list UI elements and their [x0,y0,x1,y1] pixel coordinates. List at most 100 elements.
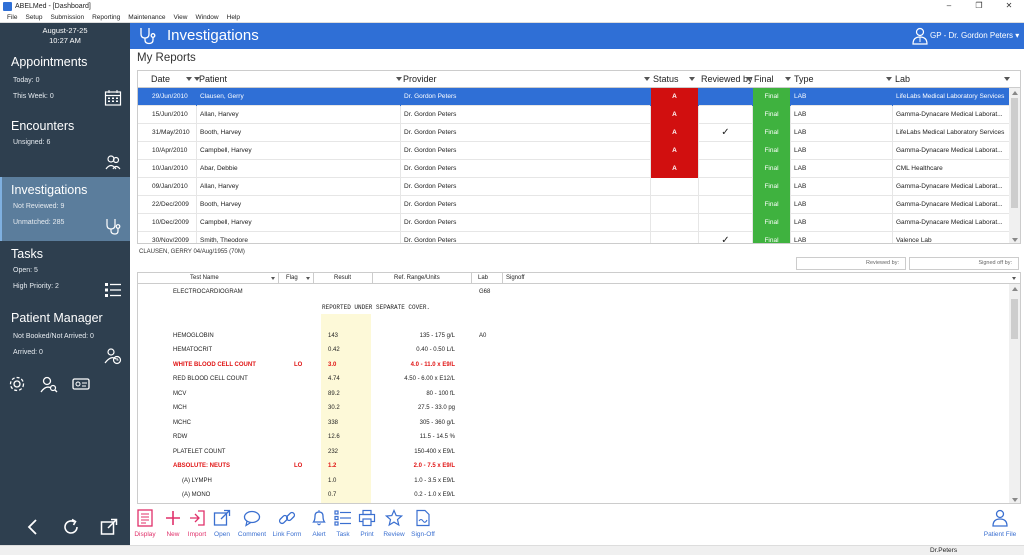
sidebar-section-tasks[interactable]: Tasks Open: 5 High Priority: 2 [0,243,130,305]
col-final[interactable]: Final [754,74,774,84]
col-reviewed-by[interactable]: Reviewed by [701,74,753,84]
refresh-icon[interactable] [62,518,80,536]
result-row[interactable]: WHITE BLOOD CELL COUNT LO 3.0 4.0 - 11.0 x … [138,358,1008,373]
back-arrow-icon[interactable] [24,518,42,536]
sidebar-section-appointments[interactable]: Appointments Today: 0 This Week: 0 [0,49,130,111]
col-provider[interactable]: Provider [403,74,437,84]
filter-icon[interactable] [1012,277,1016,280]
reports-scrollbar[interactable] [1009,88,1020,243]
cell-status: A [651,106,699,124]
settings-gear-icon[interactable] [8,375,26,393]
sidebar-section-encounters[interactable]: Encounters Unsigned: 6 [0,113,130,175]
table-row[interactable]: 29/Jun/2010 Clausen, Gerry Dr. Gordon Pete… [138,88,1010,106]
result-row[interactable]: ABSOLUTE: NEUTS LO 1.2 2.0 - 7.5 x E9/L [138,459,1008,474]
scroll-thumb[interactable] [1011,299,1018,339]
filter-icon[interactable] [746,77,752,81]
table-row[interactable]: 31/May/2010 Booth, Harvey Dr. Gordon Peter… [138,124,1010,142]
scroll-down-icon[interactable] [1012,498,1018,502]
sidebar-section-patient-manager[interactable]: Patient Manager Not Booked/Not Arrived: … [0,307,130,371]
col-ref-range[interactable]: Ref. Range/Units [394,275,440,281]
menu-submission[interactable]: Submission [46,14,88,21]
comment-button[interactable]: Comment [237,509,267,538]
result-row[interactable]: MCH 30.2 27.5 - 33.0 pg [138,401,1008,416]
sidebar-section-investigations[interactable]: Investigations Not Reviewed: 9 Unmatched… [0,177,130,241]
col-type[interactable]: Type [794,74,814,84]
print-button[interactable]: Print [352,509,382,538]
result-row[interactable]: PLATELET COUNT 232 150-400 x E9/L [138,445,1008,460]
result-row[interactable]: (A) MONO 0.7 0.2 - 1.0 x E9/L [138,488,1008,503]
result-row[interactable]: RDW 12.6 11.5 - 14.5 % [138,430,1008,445]
col-date[interactable]: Date [151,74,170,84]
result-row[interactable]: MCV 89.2 80 - 100 fL [138,387,1008,402]
test-result: 0.42 [328,347,340,353]
filter-icon[interactable] [689,77,695,81]
col-test-name[interactable]: Test Name [190,275,219,281]
filter-icon[interactable] [785,77,791,81]
table-row[interactable]: 15/Jun/2010 Allan, Harvey Dr. Gordon Peter… [138,106,1010,124]
patient-file-icon [992,509,1008,527]
user-menu[interactable]: GP - Dr. Gordon Peters ▾ [930,31,1019,40]
review-button[interactable]: Review [379,509,409,538]
result-row[interactable]: REPORTED UNDER SEPARATE COVER. [138,300,1008,315]
minimize-button[interactable]: – [934,0,964,12]
filter-icon[interactable] [271,277,275,280]
action-toolbar: Display New Import Open Comment Link For… [130,507,1024,545]
popout-icon[interactable] [100,518,118,536]
filter-icon[interactable] [396,77,402,81]
col-lab[interactable]: Lab [895,74,910,84]
menu-reporting[interactable]: Reporting [88,14,124,21]
filter-icon[interactable] [886,77,892,81]
result-row[interactable]: MCHC 338 305 - 360 g/L [138,416,1008,431]
cell-type: LAB [791,160,893,178]
table-row[interactable]: 09/Jan/2010 Allan, Harvey Dr. Gordon Peter… [138,178,1010,196]
result-row[interactable]: ELECTROCARDIOGRAM G68 [138,285,1008,300]
table-row[interactable]: 10/Dec/2009 Campbell, Harvey Dr. Gordon Pe… [138,214,1010,232]
print-icon [358,509,376,527]
scroll-up-icon[interactable] [1012,287,1018,291]
table-row[interactable]: 10/Apr/2010 Campbell, Harvey Dr. Gordon Pe… [138,142,1010,160]
scroll-up-icon[interactable] [1012,91,1018,95]
col-patient[interactable]: Patient [199,74,227,84]
patient-file-button[interactable]: Patient File [982,509,1018,538]
col-signoff[interactable]: Signoff [506,275,525,281]
results-scrollbar[interactable] [1009,284,1020,503]
cell-status: A [651,124,699,142]
result-row[interactable]: (A) LYMPH 1.0 1.0 - 3.5 x E9/L [138,474,1008,489]
result-row[interactable]: HEMATOCRIT 0.42 0.40 - 0.50 L/L [138,343,1008,358]
table-row[interactable]: 10/Jan/2010 Abar, Debbie Dr. Gordon Peters… [138,160,1010,178]
filter-icon[interactable] [644,77,650,81]
test-result: 1.2 [328,463,337,469]
menu-setup[interactable]: Setup [21,14,46,21]
table-row[interactable]: 22/Dec/2009 Booth, Harvey Dr. Gordon Peter… [138,196,1010,214]
col-status[interactable]: Status [653,74,679,84]
column-divider [372,273,373,284]
result-row[interactable]: HEMOGLOBIN 143 135 - 175 g/L A0 [138,329,1008,344]
menu-file[interactable]: File [3,14,21,21]
scroll-down-icon[interactable] [1012,238,1018,242]
col-flag[interactable]: Flag [286,275,298,281]
display-button[interactable]: Display [130,509,160,538]
col-result[interactable]: Result [334,275,351,281]
menu-maintenance[interactable]: Maintenance [124,14,169,21]
table-row[interactable]: 30/Nov/2009 Smith, Theodore Dr. Gordon Pet… [138,232,1010,243]
result-row[interactable]: RED BLOOD CELL COUNT 4.74 4.50 - 6.00 x E1… [138,372,1008,387]
scroll-thumb[interactable] [1011,98,1018,208]
link-form-button[interactable]: Link Form [272,509,302,538]
cell-final: Final [753,124,791,142]
filter-icon[interactable] [1004,77,1010,81]
test-name: RDW [173,434,188,440]
result-row[interactable]: (A) EOS0.10.0 - 0.5 x E9/L [138,503,1008,504]
restore-button[interactable]: ❐ [964,0,994,12]
close-button[interactable]: ✕ [994,0,1024,12]
sign-off-button[interactable]: Sign-Off [408,509,438,538]
open-button[interactable]: Open [207,509,237,538]
menu-window[interactable]: Window [192,14,223,21]
menu-view[interactable]: View [170,14,192,21]
patient-search-icon[interactable] [40,375,58,393]
filter-icon[interactable] [306,277,310,280]
menu-help[interactable]: Help [223,14,244,21]
filter-icon[interactable] [186,77,192,81]
col-lab[interactable]: Lab [478,275,488,281]
id-card-icon[interactable] [72,375,90,393]
result-row[interactable] [138,314,1008,329]
